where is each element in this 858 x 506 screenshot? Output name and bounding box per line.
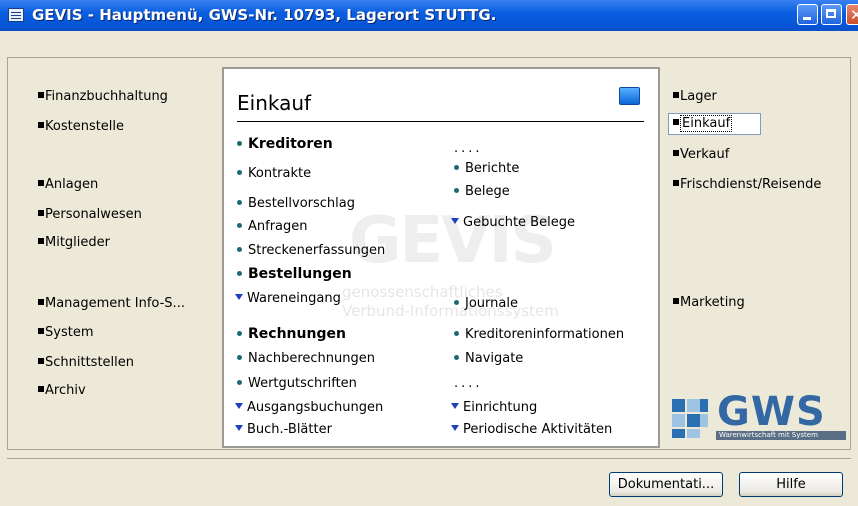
window-title: GEVIS - Hauptmenü, GWS-Nr. 10793, Lagero…	[32, 6, 497, 24]
link-kontrakte[interactable]: Kontrakte	[237, 166, 311, 181]
menu-item-schnittstellen[interactable]: Schnittstellen	[38, 355, 134, 370]
bullet-icon	[237, 223, 242, 228]
module-icon	[619, 87, 640, 105]
gws-logo: GWS Warenwirtschaft mit System	[672, 389, 847, 443]
title-bar: GEVIS - Hauptmenü, GWS-Nr. 10793, Lagero…	[0, 0, 858, 31]
divider	[237, 121, 644, 122]
bullet-icon	[454, 355, 459, 360]
watermark-line-2: Verbund-Informationssystem	[342, 302, 559, 320]
link-buch-blaetter[interactable]: Buch.-Blätter	[235, 422, 332, 437]
menu-item-anlagen[interactable]: Anlagen	[38, 177, 98, 192]
bullet-square-icon	[673, 92, 679, 98]
triangle-down-icon	[451, 218, 459, 224]
link-gebuchte-belege[interactable]: Gebuchte Belege	[451, 215, 575, 230]
bullet-icon	[237, 380, 242, 385]
separator-dots: ....	[454, 376, 483, 391]
bullet-square-icon	[673, 150, 679, 156]
bullet-square-icon	[38, 180, 44, 186]
bullet-square-icon	[673, 298, 679, 304]
link-journale[interactable]: Journale	[454, 296, 518, 311]
menu-item-management-info[interactable]: Management Info-S...	[38, 296, 185, 311]
triangle-down-icon	[451, 425, 459, 431]
bullet-square-icon	[38, 122, 44, 128]
minimize-button[interactable]	[797, 4, 818, 25]
menu-item-einkauf[interactable]: Einkauf	[668, 113, 762, 135]
bullet-icon	[454, 300, 459, 305]
triangle-down-icon	[235, 294, 243, 300]
panel-title: Einkauf	[237, 91, 312, 115]
bullet-square-icon	[38, 238, 44, 244]
link-bestellvorschlag[interactable]: Bestellvorschlag	[237, 196, 355, 211]
menu-item-mitglieder[interactable]: Mitglieder	[38, 235, 110, 250]
link-berichte[interactable]: Berichte	[454, 161, 519, 176]
link-rechnungen[interactable]: Rechnungen	[237, 326, 346, 342]
menu-item-marketing[interactable]: Marketing	[673, 295, 745, 310]
bullet-square-icon	[38, 210, 44, 216]
menu-item-verkauf[interactable]: Verkauf	[673, 147, 729, 162]
bullet-icon	[237, 200, 242, 205]
logo-tagline: Warenwirtschaft mit System	[716, 431, 846, 440]
menu-item-system[interactable]: System	[38, 325, 93, 340]
module-panel: GEVIS genossenschaftliches Verbund-Infor…	[222, 67, 660, 448]
link-einrichtung[interactable]: Einrichtung	[451, 400, 537, 415]
link-streckenerfassungen[interactable]: Streckenerfassungen	[237, 243, 385, 258]
bullet-icon	[237, 247, 242, 252]
triangle-down-icon	[235, 425, 243, 431]
menu-item-lager[interactable]: Lager	[673, 89, 717, 104]
link-navigate[interactable]: Navigate	[454, 351, 523, 366]
triangle-down-icon	[235, 403, 243, 409]
menu-item-archiv[interactable]: Archiv	[38, 383, 86, 398]
help-button[interactable]: Hilfe	[739, 472, 843, 497]
menu-item-personalwesen[interactable]: Personalwesen	[38, 207, 142, 222]
triangle-down-icon	[451, 403, 459, 409]
link-kreditoren[interactable]: Kreditoren	[237, 136, 333, 152]
bullet-icon	[454, 188, 459, 193]
menu-item-finanzbuchhaltung[interactable]: Finanzbuchhaltung	[38, 89, 168, 104]
link-wareneingang[interactable]: Wareneingang	[235, 291, 341, 306]
menu-item-frischdienst[interactable]: Frischdienst/Reisende	[673, 177, 821, 192]
link-nachberechnungen[interactable]: Nachberechnungen	[237, 351, 375, 366]
link-belege[interactable]: Belege	[454, 184, 510, 199]
bullet-square-icon	[38, 299, 44, 305]
link-kreditoreninformationen[interactable]: Kreditoreninformationen	[454, 327, 624, 342]
bullet-square-icon	[38, 386, 44, 392]
minimize-icon	[803, 17, 811, 20]
bullet-square-icon	[38, 358, 44, 364]
documentation-button[interactable]: Dokumentati...	[609, 472, 723, 497]
bullet-icon	[237, 355, 242, 360]
bullet-icon	[237, 141, 242, 146]
link-ausgangsbuchungen[interactable]: Ausgangsbuchungen	[235, 400, 383, 415]
window-app-icon[interactable]	[8, 8, 24, 22]
bullet-icon	[237, 331, 242, 336]
link-anfragen[interactable]: Anfragen	[237, 219, 308, 234]
link-wertgutschriften[interactable]: Wertgutschriften	[237, 376, 357, 391]
bullet-icon	[237, 170, 242, 175]
bullet-square-icon	[38, 328, 44, 334]
close-icon: ✕	[850, 6, 858, 24]
bullet-square-icon	[673, 119, 679, 125]
menu-item-kostenstelle[interactable]: Kostenstelle	[38, 119, 124, 134]
bullet-square-icon	[38, 92, 44, 98]
maximize-icon	[826, 9, 836, 18]
link-periodische-aktivitaeten[interactable]: Periodische Aktivitäten	[451, 422, 612, 437]
logo-text: GWS	[717, 389, 826, 435]
close-button[interactable]: ✕	[846, 4, 858, 25]
separator-dots: ....	[454, 141, 483, 156]
bullet-icon	[454, 331, 459, 336]
bullet-icon	[454, 165, 459, 170]
maximize-button[interactable]	[821, 4, 842, 25]
bullet-square-icon	[673, 180, 679, 186]
link-bestellungen[interactable]: Bestellungen	[237, 266, 352, 282]
divider	[7, 458, 851, 459]
bullet-icon	[237, 271, 242, 276]
